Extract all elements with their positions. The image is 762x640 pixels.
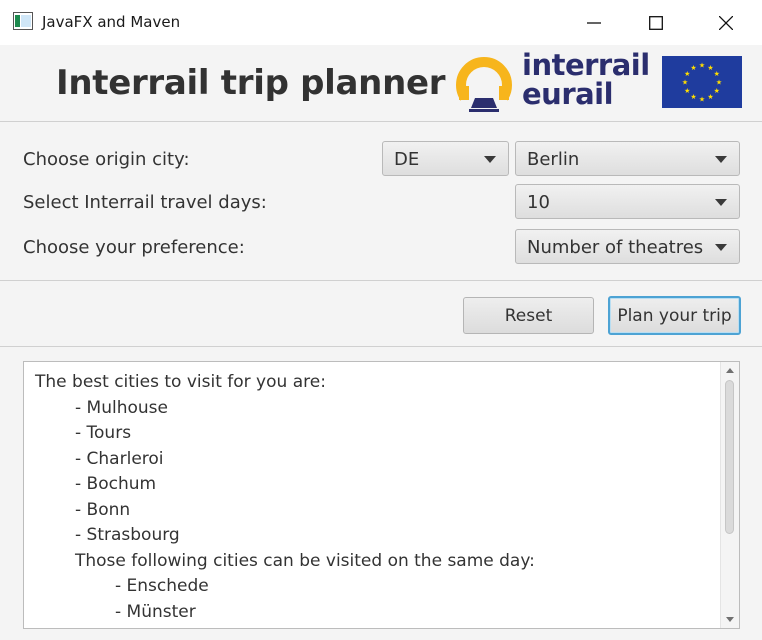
result-textarea[interactable]: The best cities to visit for you are: - … (23, 361, 740, 629)
eu-star-icon: ★ (682, 79, 688, 87)
same-day-city: - Münster (115, 601, 196, 622)
logo-line-eurail: eurail (522, 77, 614, 111)
eu-star-icon: ★ (714, 70, 720, 78)
separator (0, 346, 762, 347)
result-city: - Tours (75, 423, 132, 443)
result-city: - Charleroi (75, 448, 164, 469)
travel-days-select[interactable]: 10 (515, 184, 740, 219)
preference-label: Choose your preference: (23, 237, 245, 258)
window-title: JavaFX and Maven (42, 13, 181, 31)
city-select-value: Berlin (527, 149, 580, 170)
preference-select[interactable]: Number of theatres (515, 229, 740, 264)
separator (0, 121, 762, 122)
result-intro: The best cities to visit for you are: (35, 372, 326, 392)
separator (0, 280, 762, 281)
eu-star-icon: ★ (699, 62, 705, 70)
travel-days-label: Select Interrail travel days: (23, 192, 267, 213)
country-select[interactable]: DE (382, 141, 509, 176)
app-icon (13, 12, 33, 30)
eu-flag-icon: ★ ★★★★★★★★★★★ (662, 56, 742, 108)
same-day-intro: Those following cities can be visited on… (75, 550, 535, 571)
interrail-logo-text: interrail eurail (522, 51, 650, 109)
chevron-down-icon (715, 199, 727, 206)
maximize-button[interactable] (628, 0, 684, 45)
travel-days-select-value: 10 (527, 192, 550, 213)
close-button[interactable] (698, 0, 754, 45)
chevron-down-icon (715, 244, 727, 251)
country-select-value: DE (394, 149, 420, 170)
result-city: - Mulhouse (75, 397, 168, 418)
vertical-scrollbar[interactable] (720, 362, 739, 628)
logo-line-interrail: interrail (522, 48, 650, 82)
header: Interrail trip planner interrail eurail … (0, 45, 762, 121)
window-titlebar: JavaFX and Maven (0, 0, 762, 45)
preference-select-value: Number of theatres (527, 237, 704, 258)
minimize-button[interactable] (566, 0, 622, 45)
eu-star-icon: ★ (684, 87, 690, 95)
plan-trip-button[interactable]: Plan your trip (608, 296, 741, 335)
eu-star-icon: ★ (699, 96, 705, 104)
eu-star-icon: ★ (716, 79, 722, 87)
eu-star-icon: ★ (707, 93, 713, 101)
city-select[interactable]: Berlin (515, 141, 740, 176)
eu-star-icon: ★ (690, 93, 696, 101)
result-text: The best cities to visit for you are: - … (35, 370, 535, 625)
origin-city-label: Choose origin city: (23, 149, 190, 170)
same-day-city: - Enschede (115, 576, 209, 596)
eu-star-icon: ★ (690, 64, 696, 72)
result-city: - Strasbourg (75, 525, 180, 545)
chevron-down-icon (715, 156, 727, 163)
maximize-icon (649, 15, 663, 30)
reset-button[interactable]: Reset (463, 297, 594, 334)
interrail-logo-icon (456, 57, 512, 114)
result-city: - Bochum (75, 474, 157, 494)
scroll-down-icon[interactable] (726, 617, 734, 622)
minimize-icon (587, 21, 601, 24)
scroll-up-icon[interactable] (726, 368, 734, 373)
eu-star-icon: ★ (714, 87, 720, 95)
scrollbar-thumb[interactable] (725, 380, 734, 534)
chevron-down-icon (484, 156, 496, 163)
close-icon (719, 15, 733, 30)
result-city: - Bonn (75, 499, 131, 520)
page-title: Interrail trip planner (56, 63, 446, 103)
